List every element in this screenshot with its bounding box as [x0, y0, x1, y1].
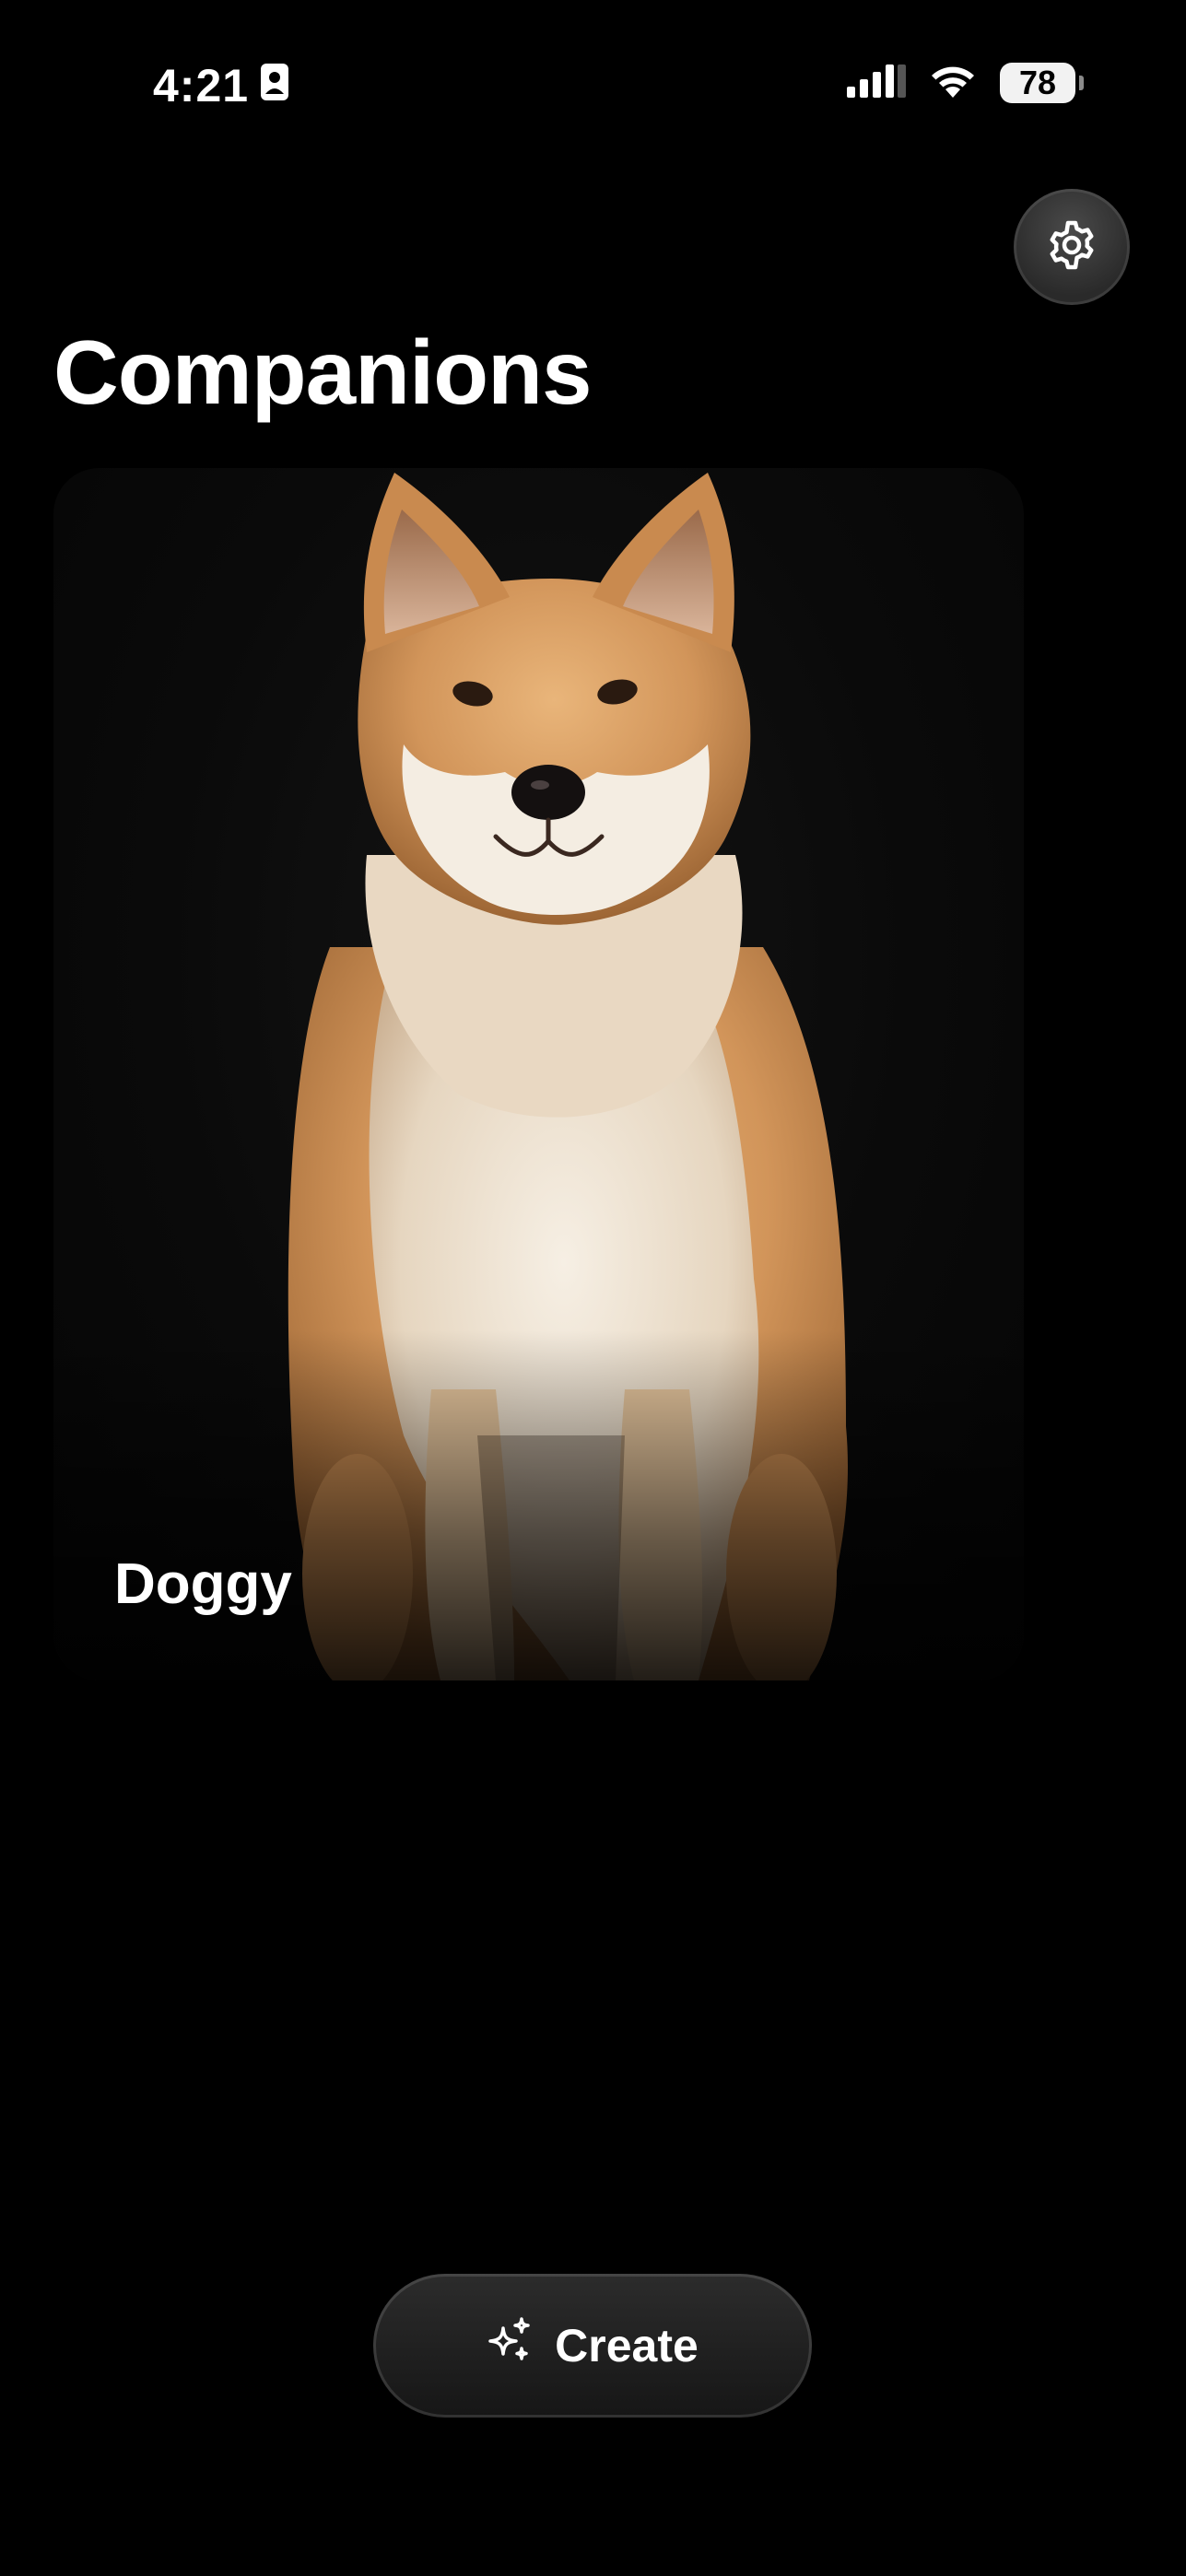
cellular-signal-icon	[847, 61, 906, 104]
companion-card[interactable]: Doggy	[53, 468, 1024, 1680]
card-fade-overlay	[53, 1330, 1024, 1680]
wifi-icon	[926, 61, 980, 104]
companion-name: Doggy	[114, 1552, 292, 1616]
settings-button[interactable]	[1014, 189, 1130, 305]
battery-level: 78	[1018, 63, 1057, 101]
contact-card-icon	[260, 59, 289, 112]
page-title: Companions	[53, 322, 592, 423]
status-time: 4:21	[153, 59, 289, 112]
create-button[interactable]: Create	[373, 2274, 812, 2418]
status-time-text: 4:21	[153, 60, 250, 111]
battery-icon: 78	[1000, 62, 1084, 103]
sparkles-icon	[487, 2317, 533, 2374]
status-indicators: 78	[847, 61, 1084, 104]
create-button-label: Create	[555, 2320, 699, 2371]
gear-icon	[1046, 219, 1098, 275]
